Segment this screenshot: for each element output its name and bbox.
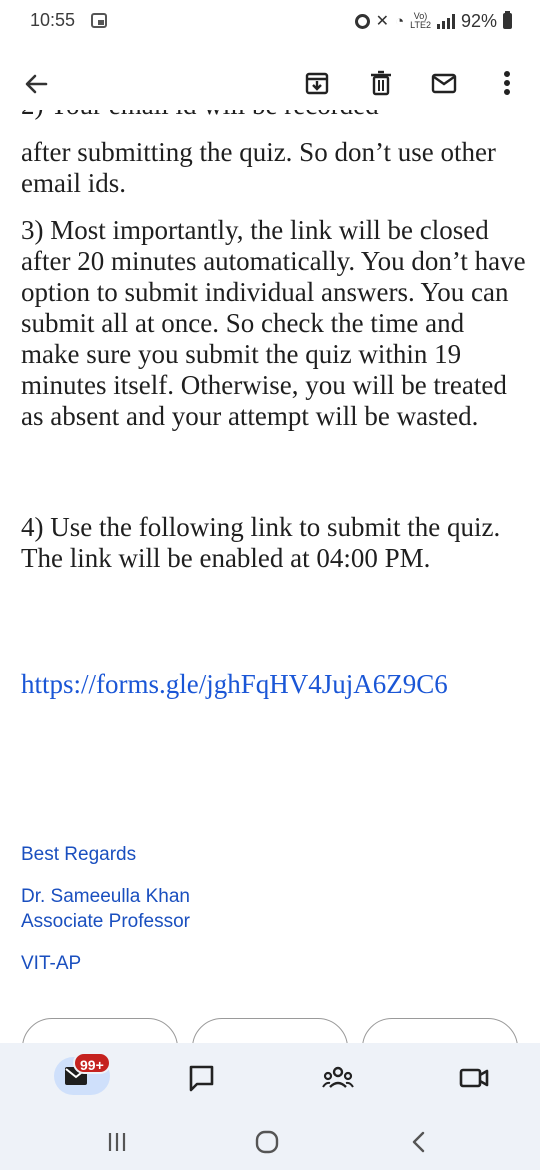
status-bar: 10:55 ✕ ◔ Vo) LTE2 92%: [0, 0, 540, 42]
signature-name: Dr. Sameeulla Khan: [21, 886, 190, 907]
signature-closing: Best Regards: [21, 844, 137, 865]
spaces-icon: [322, 1066, 354, 1088]
recent-apps-button[interactable]: [102, 1127, 132, 1157]
home-button[interactable]: [252, 1127, 282, 1157]
archive-icon: [305, 72, 329, 95]
clipped-line-text: 2) Your email id will be recorded: [21, 110, 526, 121]
system-navigation-bar: [0, 1115, 540, 1170]
signal-icon: [436, 13, 455, 29]
mark-unread-button[interactable]: [425, 64, 463, 102]
alarm-icon: [354, 13, 370, 29]
nav-chat-tab[interactable]: [186, 1063, 218, 1093]
system-back-button[interactable]: [404, 1127, 434, 1157]
battery-percent: 92%: [460, 10, 497, 31]
signature-title: Associate Professor: [21, 911, 190, 932]
bottom-navigation: 99+: [0, 1043, 540, 1115]
email-paragraph-3: 3) Most importantly, the link will be cl…: [21, 215, 526, 431]
home-icon: [255, 1130, 279, 1154]
mute-icon: ✕: [375, 13, 390, 30]
mark-unread-icon: [431, 73, 457, 94]
nav-meet-tab[interactable]: [458, 1063, 490, 1093]
battery-icon: [503, 11, 512, 29]
delete-button[interactable]: [362, 64, 400, 102]
archive-button[interactable]: [298, 64, 336, 102]
nav-spaces-tab[interactable]: [322, 1063, 354, 1093]
network-label: LTE2: [410, 20, 431, 30]
back-button[interactable]: [16, 66, 56, 102]
recent-apps-icon: [108, 1133, 126, 1151]
email-paragraph-2-tail: after submitting the quiz. So don’t use …: [21, 137, 496, 198]
email-toolbar: [0, 42, 540, 120]
signature-org: VIT-AP: [21, 953, 82, 974]
email-paragraph-4: 4) Use the following link to submit the …: [21, 512, 501, 573]
mail-unread-badge: 99+: [73, 1052, 111, 1074]
chat-icon: [189, 1065, 214, 1092]
back-arrow-icon: [25, 74, 48, 94]
meet-icon: [459, 1068, 489, 1088]
more-options-button[interactable]: [488, 64, 526, 102]
clipped-text-line: 2) Your email id will be recorded: [21, 110, 526, 127]
delete-icon: [371, 70, 391, 96]
screenshot-notification-icon: [91, 13, 107, 28]
status-time: 10:55: [30, 10, 76, 30]
status-indicators: ✕ ◔ Vo) LTE2 92%: [354, 9, 512, 33]
wifi-icon: ◔: [395, 12, 405, 30]
volte-indicator: Vo) LTE2: [410, 12, 431, 30]
more-vert-icon: [504, 71, 510, 95]
chevron-left-icon: [412, 1131, 425, 1153]
quiz-link[interactable]: https://forms.gle/jghFqHV4JujA6Z9C6: [21, 666, 448, 702]
